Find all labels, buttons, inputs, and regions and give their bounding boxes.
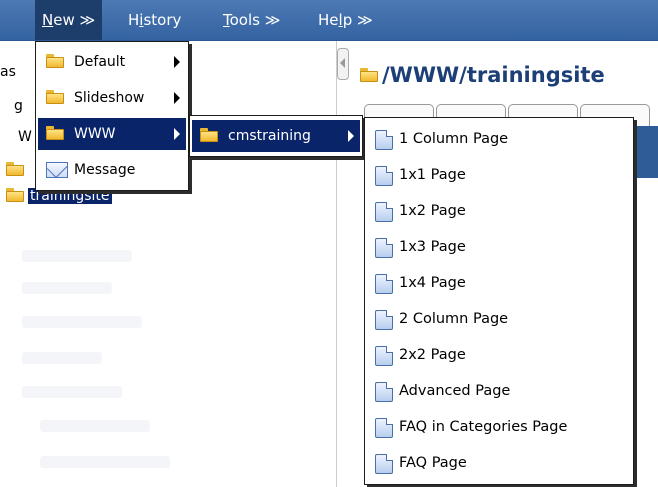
new-menu-item-www[interactable]: WWW — [38, 118, 186, 150]
page-type-submenu: 1 Column Page 1x1 Page 1x2 Page 1x3 Page… — [364, 117, 634, 485]
folder-icon — [46, 90, 64, 104]
page-icon — [375, 238, 393, 258]
menu-new-rest: ew ≫ — [53, 11, 96, 29]
page-icon — [375, 274, 393, 294]
tree-row-partial-label-1: as — [0, 64, 16, 80]
page-item-2-column[interactable]: 2 Column Page — [367, 301, 631, 337]
submenu-arrow-icon — [174, 56, 180, 68]
folder-icon — [6, 188, 24, 202]
page-item-faq-in-categories[interactable]: FAQ in Categories Page — [367, 409, 631, 445]
menu-help[interactable]: Help ≫ — [311, 0, 380, 40]
submenu-arrow-icon — [174, 92, 180, 104]
page-item-label: 2 Column Page — [399, 311, 509, 327]
mail-icon — [46, 162, 68, 178]
page-item-advanced[interactable]: Advanced Page — [367, 373, 631, 409]
faded-tree-item — [22, 282, 112, 294]
page-icon — [375, 418, 393, 438]
page-item-2x2[interactable]: 2x2 Page — [367, 337, 631, 373]
faded-tree-item — [22, 386, 122, 398]
folder-icon — [46, 126, 64, 140]
new-menu-item-label: Slideshow — [74, 90, 145, 106]
page-icon — [375, 130, 393, 150]
tree-row-partial-label-3: W — [18, 129, 32, 145]
faded-tree-item — [40, 456, 170, 468]
page-item-1x2[interactable]: 1x2 Page — [367, 193, 631, 229]
folder-icon — [200, 128, 218, 142]
page-item-1x1[interactable]: 1x1 Page — [367, 157, 631, 193]
faded-tree-item — [40, 420, 150, 432]
menu-new[interactable]: New ≫ — [35, 0, 103, 40]
menu-history[interactable]: History — [121, 0, 188, 40]
page-item-1x4[interactable]: 1x4 Page — [367, 265, 631, 301]
new-menu-item-label: Default — [74, 54, 126, 70]
collapse-pane-handle[interactable] — [337, 48, 349, 80]
www-submenu-item-cmstraining[interactable]: cmstraining — [192, 120, 360, 152]
page-item-faq[interactable]: FAQ Page — [367, 445, 631, 481]
new-menu: Default Slideshow WWW Message — [35, 41, 189, 191]
page-item-1x3[interactable]: 1x3 Page — [367, 229, 631, 265]
page-item-label: 1x3 Page — [399, 239, 466, 255]
folder-icon — [360, 68, 378, 82]
page-item-label: 1x2 Page — [399, 203, 466, 219]
www-submenu-item-label: cmstraining — [228, 128, 311, 144]
page-item-label: 1x1 Page — [399, 167, 466, 183]
page-item-1-column[interactable]: 1 Column Page — [367, 121, 631, 157]
tree-row-partial-label-2: g — [14, 98, 23, 114]
new-menu-item-slideshow[interactable]: Slideshow — [38, 82, 186, 114]
page-icon — [375, 346, 393, 366]
menu-tools-accel: T — [223, 11, 230, 29]
page-icon — [375, 202, 393, 222]
page-icon — [375, 310, 393, 330]
menu-new-accel: N — [42, 11, 54, 29]
page-item-label: FAQ Page — [399, 455, 467, 471]
tree-row-partial-1[interactable]: as — [0, 62, 16, 82]
page-item-label: FAQ in Categories Page — [399, 419, 568, 435]
menu-history-rest: story — [143, 11, 182, 29]
page-item-label: Advanced Page — [399, 383, 511, 399]
page-icon — [375, 166, 393, 186]
new-menu-item-default[interactable]: Default — [38, 46, 186, 78]
chevron-left-icon — [340, 58, 345, 68]
content-path-text: /WWW/trainingsite — [382, 63, 605, 87]
submenu-arrow-icon — [174, 128, 180, 140]
page-item-label: 1x4 Page — [399, 275, 466, 291]
page-item-label: 1 Column Page — [399, 131, 509, 147]
folder-icon — [46, 54, 64, 68]
faded-tree-item — [22, 352, 102, 364]
content-path-title: /WWW/trainingsite — [360, 58, 605, 92]
faded-tree-item — [22, 316, 142, 328]
page-icon — [375, 454, 393, 474]
tree-row-partial-2[interactable]: g — [14, 96, 23, 116]
menu-help-rest: p ≫ — [342, 11, 373, 29]
submenu-arrow-icon — [348, 130, 354, 142]
menu-tools-rest: ools ≫ — [229, 11, 281, 29]
new-menu-item-label: WWW — [74, 126, 116, 142]
menu-history-pre: H — [128, 11, 140, 29]
page-item-label: 2x2 Page — [399, 347, 466, 363]
menu-help-pre: He — [318, 11, 339, 29]
folder-icon — [6, 162, 24, 176]
tree-row-partial-3[interactable]: W — [18, 127, 32, 147]
menu-tools[interactable]: Tools ≫ — [216, 0, 287, 40]
faded-tree-item — [22, 250, 132, 262]
new-menu-item-label: Message — [74, 162, 136, 178]
page-icon — [375, 382, 393, 402]
www-submenu: cmstraining — [189, 115, 363, 157]
new-menu-item-message[interactable]: Message — [38, 154, 186, 186]
tree-folder[interactable] — [6, 160, 28, 180]
menu-bar: New ≫ History Tools ≫ Help ≫ — [0, 0, 658, 41]
